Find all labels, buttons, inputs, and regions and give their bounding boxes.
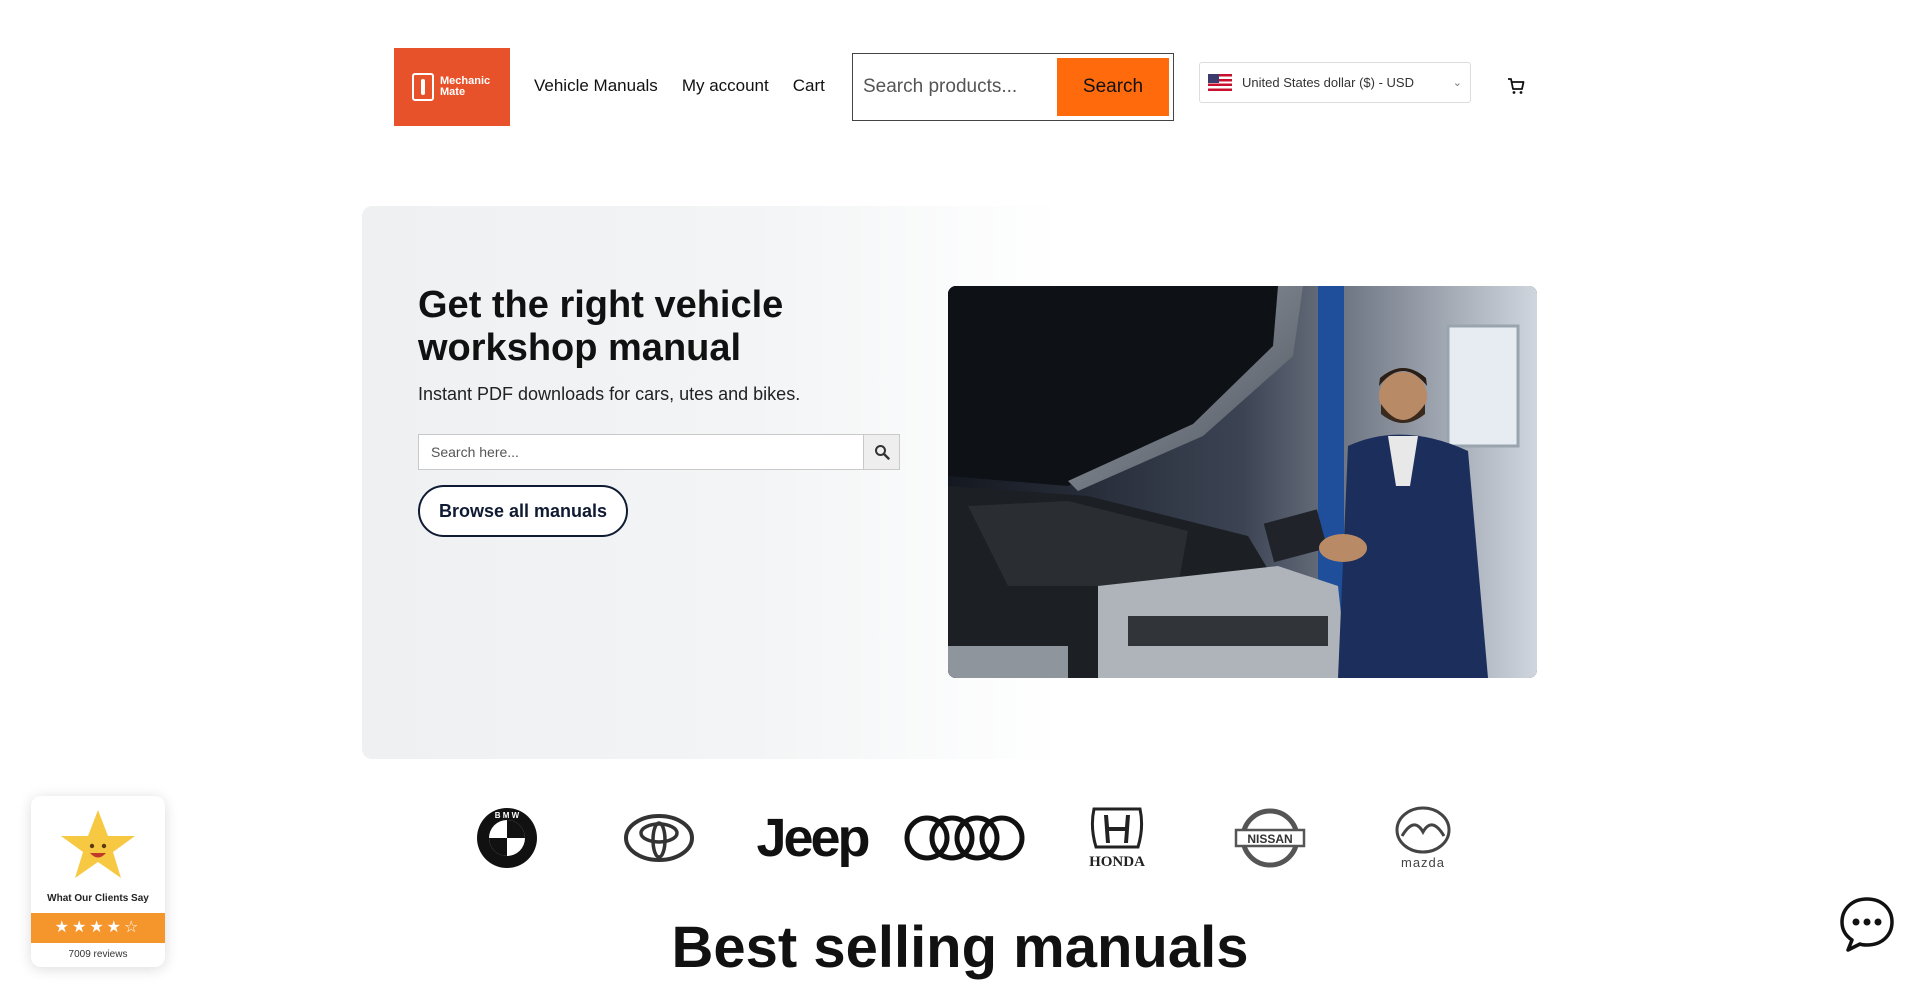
nav-my-account[interactable]: My account bbox=[682, 76, 769, 96]
audi-rings-icon bbox=[904, 815, 1025, 861]
brand-nissan-logo[interactable]: NISSAN bbox=[1234, 806, 1306, 870]
nissan-icon: NISSAN bbox=[1234, 808, 1306, 868]
us-flag-icon bbox=[1208, 74, 1232, 91]
mazda-icon: mazda bbox=[1395, 806, 1451, 870]
reviews-count: 7009 reviews bbox=[68, 949, 128, 960]
logo-text: Mechanic Mate bbox=[440, 75, 491, 98]
chevron-down-icon: ⌄ bbox=[1452, 77, 1462, 89]
brand-honda-logo[interactable]: HONDA bbox=[1072, 806, 1162, 870]
hero-subtitle: Instant PDF downloads for cars, utes and… bbox=[418, 384, 801, 404]
chat-bubble-icon[interactable] bbox=[1838, 895, 1896, 953]
bmw-icon: B M W bbox=[477, 808, 537, 868]
hero-search-form: Search here... bbox=[418, 434, 900, 470]
main-nav: Vehicle Manuals My account Cart bbox=[534, 76, 825, 96]
header-search-form: Search products... Search bbox=[852, 53, 1174, 121]
brand-bmw-logo[interactable]: B M W bbox=[476, 806, 538, 870]
hero-search-input[interactable]: Search here... bbox=[419, 435, 863, 469]
best-selling-heading: Best selling manuals bbox=[671, 915, 1249, 980]
wrench-icon bbox=[412, 73, 434, 101]
cart-icon[interactable] bbox=[1507, 77, 1525, 95]
svg-text:NISSAN: NISSAN bbox=[1247, 832, 1292, 846]
hero-mechanic-image bbox=[948, 286, 1537, 678]
search-icon bbox=[874, 445, 890, 460]
hero-title: Get the right vehicle workshop manual bbox=[418, 284, 784, 369]
hero-search-button[interactable] bbox=[863, 435, 899, 469]
reviews-stars: ★★★★☆ bbox=[31, 913, 165, 943]
browse-all-manuals-button[interactable]: Browse all manuals bbox=[418, 485, 628, 537]
nav-cart[interactable]: Cart bbox=[793, 76, 825, 96]
brand-toyota-logo[interactable] bbox=[624, 806, 694, 870]
header-search-button[interactable]: Search bbox=[1057, 58, 1169, 116]
svg-text:B M W: B M W bbox=[495, 811, 520, 820]
svg-text:mazda: mazda bbox=[1401, 855, 1445, 870]
currency-label: United States dollar ($) - USD bbox=[1242, 75, 1414, 90]
currency-select[interactable]: United States dollar ($) - USD ⌄ bbox=[1199, 62, 1471, 103]
site-logo[interactable]: Mechanic Mate bbox=[394, 48, 510, 126]
nav-vehicle-manuals[interactable]: Vehicle Manuals bbox=[534, 76, 658, 96]
brand-mazda-logo[interactable]: mazda bbox=[1386, 806, 1460, 870]
smiling-star-icon bbox=[61, 810, 135, 878]
brand-jeep-logo[interactable]: Jeep bbox=[748, 806, 876, 870]
honda-icon: HONDA bbox=[1089, 807, 1145, 869]
svg-text:HONDA: HONDA bbox=[1089, 854, 1145, 869]
reviews-widget[interactable]: What Our Clients Say ★★★★☆ 7009 reviews bbox=[31, 796, 165, 967]
header-search-input[interactable]: Search products... bbox=[857, 76, 1057, 98]
toyota-icon bbox=[624, 814, 694, 862]
brand-audi-logo[interactable] bbox=[904, 806, 1026, 870]
reviews-title: What Our Clients Say bbox=[47, 893, 149, 904]
